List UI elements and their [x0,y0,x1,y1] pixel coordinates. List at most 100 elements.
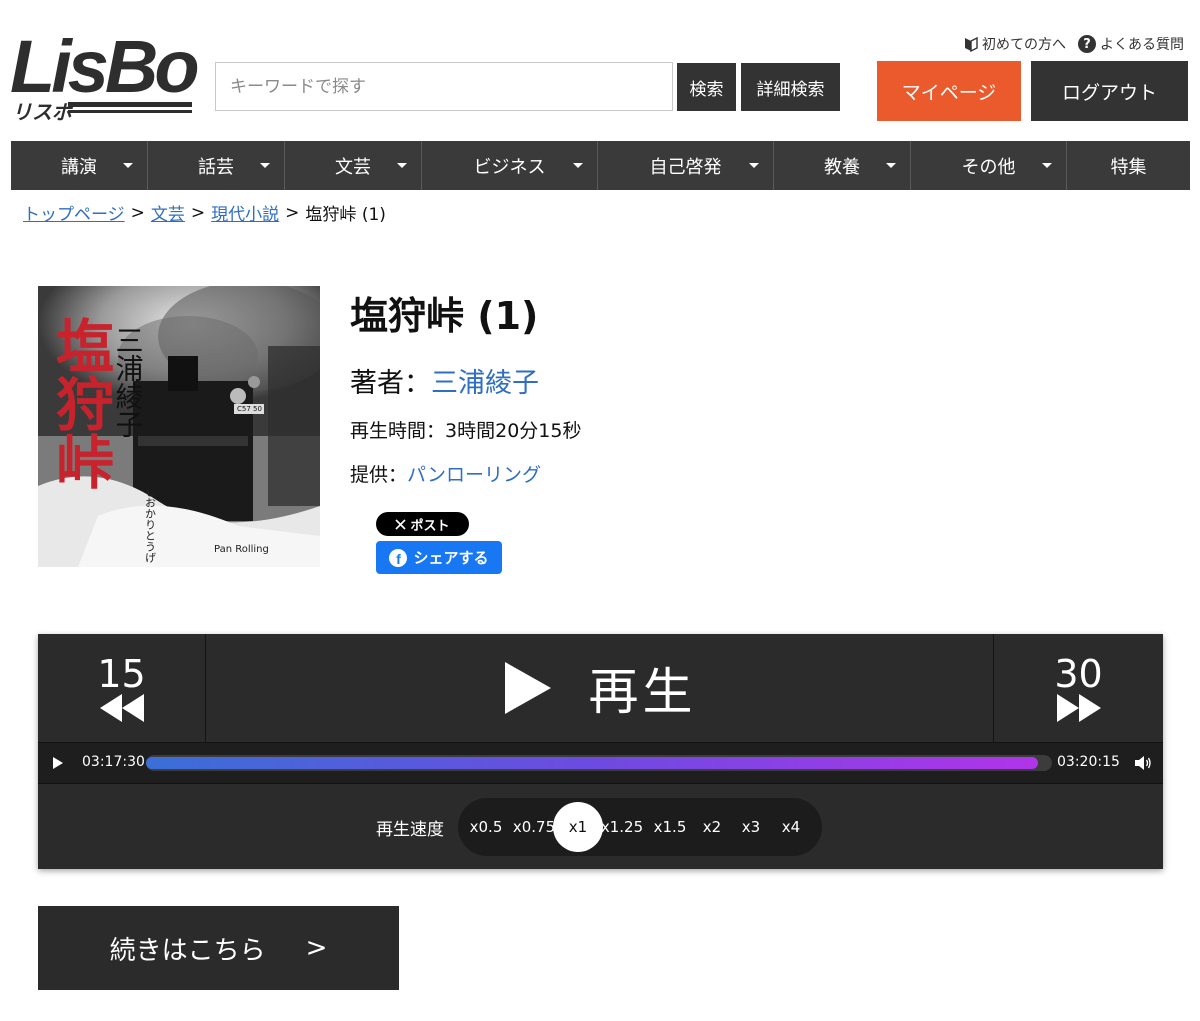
breadcrumb-current: 塩狩峠 (1) [305,205,386,225]
breadcrumb-literature[interactable]: 文芸 [151,200,185,225]
continue-button[interactable]: 続きはこちら > [38,906,399,990]
seek-bar-row: 03:17:30 03:20:15 [38,742,1163,784]
product-provider: 提供：パンローリング [350,460,541,487]
author-label: 著者： [350,368,431,399]
x-logo-icon [395,518,407,530]
provider-label: 提供： [350,464,408,486]
cover-reading-text: しおかりとうげ [144,486,157,563]
speed-option[interactable]: x0.75 [510,798,558,856]
faq-link[interactable]: ? よくある質問 [1078,34,1184,54]
question-icon: ? [1078,35,1096,53]
search-button[interactable]: 検索 [677,63,736,111]
mypage-button[interactable]: マイページ [877,61,1021,121]
speed-option[interactable]: x0.5 [462,798,510,856]
logo-text: LisBo [10,25,200,108]
x-post-label: ポスト [410,518,450,534]
speed-option[interactable]: x1.5 [646,798,694,856]
continue-arrow-icon: > [305,933,328,963]
play-button[interactable]: 再生 [206,634,993,742]
nav-item-label: 文芸 [335,156,371,178]
beginner-mark-icon [965,36,978,52]
facebook-icon: f [389,548,408,567]
faq-link-label: よくある質問 [1100,37,1184,53]
nav-item-label: 話芸 [198,156,234,178]
breadcrumb-separator: > [130,202,145,223]
author-link[interactable]: 三浦綾子 [431,368,539,399]
skip-forward-seconds: 30 [1054,652,1103,696]
rewind-icon [99,694,144,722]
product-title: 塩狩峠 (1) [350,294,539,338]
speed-option[interactable]: x1.25 [598,798,646,856]
seek-bar-progress [146,757,1039,769]
nav-item-self-development[interactable]: 自己啓発 [598,141,774,190]
facebook-share-label: シェアする [413,549,489,567]
x-post-button[interactable]: ポスト [376,512,469,536]
cover-plate-text: C57 50 [237,405,262,413]
play-icon [504,662,551,714]
current-time: 03:17:30 [82,754,145,770]
logo-subtext: リスボ [12,100,72,124]
breadcrumb-separator: > [285,202,300,223]
mini-play-icon[interactable] [52,756,64,770]
breadcrumb-top[interactable]: トップページ [23,200,125,225]
provider-link[interactable]: パンローリング [407,464,541,486]
site-logo[interactable]: LisBo リスボ [10,25,200,125]
first-time-link-label: 初めての方へ [982,37,1066,53]
nav-item-label: ビジネス [473,156,546,178]
nav-item-literature[interactable]: 文芸 [285,141,422,190]
caret-down-icon [123,163,133,168]
caret-down-icon [397,163,407,168]
caret-down-icon [749,163,759,168]
continue-label: 続きはこちら [109,935,266,966]
top-links: 初めての方へ ? よくある質問 [964,34,1184,54]
advanced-search-button[interactable]: 詳細検索 [741,63,840,111]
nav-item-label: 講演 [61,156,97,178]
skip-back-seconds: 15 [97,652,146,696]
caret-down-icon [573,163,583,168]
seek-bar[interactable] [146,755,1052,771]
total-time: 03:20:15 [1057,754,1120,770]
product-author: 著者：三浦綾子 [350,361,539,400]
nav-item-label: 教養 [824,156,860,178]
speed-option[interactable]: x4 [767,798,815,856]
audio-player: 15 再生 30 03:17:30 03:20:15 再生速度 x0.5 x0.… [38,634,1163,869]
fast-forward-icon [1056,694,1101,722]
breadcrumb: トップページ > 文芸 > 現代小説 > 塩狩峠 (1) [23,200,386,226]
nav-item-culture[interactable]: 教養 [774,141,911,190]
facebook-share-button[interactable]: f シェアする [376,541,502,574]
volume-icon[interactable] [1134,755,1152,771]
speed-option[interactable]: x1 [553,802,603,852]
nav-item-label: 特集 [1110,156,1147,178]
nav-item-label: その他 [961,156,1016,178]
skip-forward-button[interactable]: 30 [993,634,1163,742]
cover-artwork: 三浦綾子 塩狩峠 しおかりとうげ Pan Rolling C57 50 [38,286,320,567]
speed-selector: x0.5 x0.75 x1 x1.25 x1.5 x2 x3 x4 [458,798,822,856]
nav-item-other[interactable]: その他 [911,141,1067,190]
duration-value: 3時間20分15秒 [445,420,582,442]
category-nav: 講演 話芸 文芸 ビジネス 自己啓発 教養 その他 特集 [11,141,1190,190]
logo-underline [68,102,192,107]
cover-title-text: 塩狩峠 [46,316,114,490]
play-label: 再生 [588,663,697,721]
caret-down-icon [1042,163,1052,168]
speed-label: 再生速度 [376,820,444,840]
cover-image: 三浦綾子 塩狩峠 しおかりとうげ Pan Rolling C57 50 [38,286,320,567]
cover-author-text: 三浦綾子 [112,326,145,438]
cover-publisher-text: Pan Rolling [214,544,269,555]
nav-item-feature[interactable]: 特集 [1067,141,1190,190]
search-input[interactable] [215,62,673,111]
logo-underline-secondary [68,110,192,113]
skip-back-button[interactable]: 15 [38,634,206,742]
nav-item-lecture[interactable]: 講演 [11,141,148,190]
caret-down-icon [260,163,270,168]
duration-label: 再生時間： [350,420,446,442]
logout-button[interactable]: ログアウト [1031,61,1188,121]
breadcrumb-separator: > [190,202,206,223]
caret-down-icon [886,163,896,168]
nav-item-storytelling[interactable]: 話芸 [148,141,285,190]
first-time-link[interactable]: 初めての方へ [964,34,1066,54]
nav-item-label: 自己啓発 [649,156,722,178]
product-duration: 再生時間：3時間20分15秒 [350,416,581,443]
nav-item-business[interactable]: ビジネス [422,141,598,190]
breadcrumb-modern-novel[interactable]: 現代小説 [211,200,279,225]
